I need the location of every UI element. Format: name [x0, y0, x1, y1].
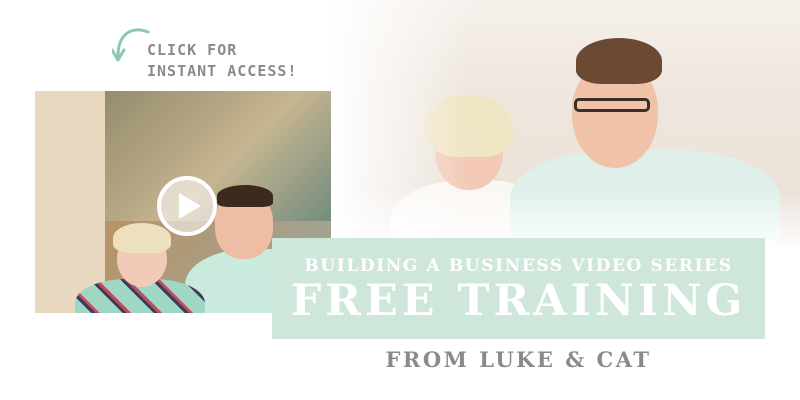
- banner-title: FREE TRAINING: [290, 276, 747, 326]
- hero-man-hair: [576, 38, 662, 84]
- video-woman-hair: [113, 223, 171, 253]
- play-icon: [178, 193, 201, 219]
- hero-man-glasses: [574, 98, 650, 112]
- callout-line-2: INSTANT ACCESS!: [147, 62, 298, 80]
- hero-photo: [330, 0, 800, 250]
- video-man-hair: [217, 185, 273, 207]
- curved-arrow-icon: [112, 28, 150, 62]
- video-wall: [35, 91, 105, 313]
- byline: FROM LUKE & CAT: [385, 347, 652, 372]
- training-banner: BUILDING A BUSINESS VIDEO SERIES FREE TR…: [272, 238, 765, 339]
- play-button[interactable]: [157, 176, 217, 236]
- click-for-access-callout[interactable]: CLICK FOR INSTANT ACCESS!: [147, 40, 297, 82]
- hero-woman-hair: [425, 95, 513, 157]
- callout-line-1: CLICK FOR: [147, 41, 238, 59]
